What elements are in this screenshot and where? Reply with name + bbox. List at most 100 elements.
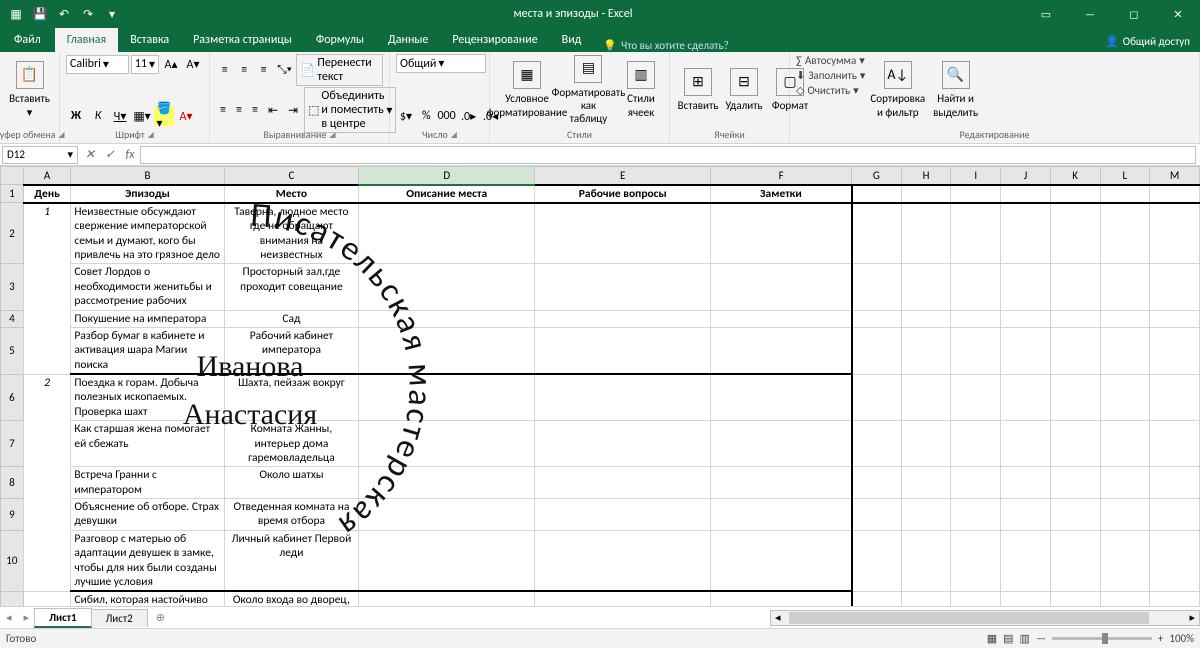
cell[interactable]: День	[23, 185, 71, 203]
cell[interactable]	[852, 499, 902, 531]
col-header[interactable]: C	[224, 167, 359, 185]
cell[interactable]: Шахта, пейзаж вокруг	[224, 374, 359, 421]
cell[interactable]	[1150, 264, 1200, 310]
cell[interactable]	[901, 421, 951, 467]
cell[interactable]	[711, 203, 852, 264]
align-left-icon[interactable]: ≡	[216, 100, 230, 120]
cell[interactable]: Объяснение об отборе. Страх девушки	[71, 499, 224, 531]
cell[interactable]	[1150, 310, 1200, 327]
cell[interactable]: Рабочий кабинет императора	[224, 327, 359, 374]
cell[interactable]	[1050, 327, 1100, 374]
cell[interactable]	[535, 374, 711, 421]
formula-input[interactable]	[140, 146, 1196, 164]
cell[interactable]: Совет Лордов о необходимости женитьбы и …	[71, 264, 224, 310]
clear-button[interactable]: ◇ Очистить ▾	[796, 84, 865, 97]
cell[interactable]	[1100, 327, 1150, 374]
cell[interactable]	[359, 530, 535, 591]
cell[interactable]: Поездка к горам. Добыча полезных ископае…	[71, 374, 224, 421]
cell[interactable]	[1001, 591, 1051, 606]
row-header[interactable]: 2	[1, 203, 24, 264]
col-header[interactable]: A	[23, 167, 71, 185]
decrease-font-icon[interactable]: A▾	[183, 54, 203, 74]
align-bottom-icon[interactable]: ≡	[255, 60, 272, 80]
cell[interactable]	[852, 374, 902, 421]
bold-icon[interactable]: Ж	[66, 106, 86, 126]
col-header[interactable]: F	[711, 167, 852, 185]
fx-icon[interactable]: fx	[120, 148, 140, 162]
cell[interactable]: Заметки	[711, 185, 852, 203]
cell[interactable]	[1150, 499, 1200, 531]
cell[interactable]	[951, 374, 1001, 421]
cell[interactable]	[852, 327, 902, 374]
window-close[interactable]: ✕	[1156, 0, 1200, 28]
dialog-launcher-icon[interactable]: ◢	[451, 130, 457, 140]
cell[interactable]	[1100, 203, 1150, 264]
cell[interactable]: Около шатхы	[224, 467, 359, 499]
cell[interactable]	[535, 203, 711, 264]
orientation-icon[interactable]: ⤡▾	[274, 60, 294, 80]
fill-button[interactable]: ⬇ Заполнить ▾	[796, 69, 865, 82]
cell[interactable]	[1150, 467, 1200, 499]
border-icon[interactable]: ▦▾	[132, 106, 152, 126]
cell[interactable]	[359, 310, 535, 327]
indent-increase-icon[interactable]: ⇥	[284, 100, 302, 120]
cell[interactable]	[901, 374, 951, 421]
col-header[interactable]: M	[1150, 167, 1200, 185]
cell[interactable]	[1001, 327, 1051, 374]
increase-decimal-icon[interactable]: .0▸	[459, 106, 479, 126]
cell[interactable]	[1050, 591, 1100, 606]
qat-save-icon[interactable]: 💾	[30, 4, 50, 24]
col-header[interactable]: B	[71, 167, 224, 185]
cell-styles-button[interactable]: ▥Стилиячеек	[619, 54, 663, 126]
row-header[interactable]: 7	[1, 421, 24, 467]
percent-icon[interactable]: %	[418, 106, 435, 126]
cell[interactable]: Около входа во дворец, внутренний дворик	[224, 591, 359, 606]
cell[interactable]: Рабочие вопросы	[535, 185, 711, 203]
row-header[interactable]: 4	[1, 310, 24, 327]
cell[interactable]	[711, 591, 852, 606]
cell[interactable]	[711, 467, 852, 499]
cell[interactable]	[711, 530, 852, 591]
row-header[interactable]: 6	[1, 374, 24, 421]
zoom-slider[interactable]	[1052, 637, 1152, 640]
window-maximize[interactable]: ◻	[1112, 0, 1156, 28]
cell[interactable]	[535, 530, 711, 591]
cell[interactable]: Неизвестные обсуждают свержение императо…	[71, 203, 224, 264]
cell[interactable]: Личный кабинет Первой леди	[224, 530, 359, 591]
font-color-icon[interactable]: A▾	[176, 106, 196, 126]
dialog-launcher-icon[interactable]: ◢	[148, 130, 154, 140]
thousands-icon[interactable]: 000	[437, 106, 457, 126]
font-size-combo[interactable]: 11▾	[131, 55, 159, 74]
align-center-icon[interactable]: ≡	[232, 100, 246, 120]
cell[interactable]	[535, 467, 711, 499]
cell[interactable]	[901, 327, 951, 374]
merge-center-button[interactable]: ⬚ Объединить и поместить в центре ▾	[304, 87, 396, 133]
currency-icon[interactable]: $▾	[396, 106, 416, 126]
fill-color-icon[interactable]: 🪣▾	[154, 106, 174, 126]
cell[interactable]	[951, 530, 1001, 591]
cell[interactable]	[901, 310, 951, 327]
cell[interactable]	[951, 499, 1001, 531]
cancel-formula-icon[interactable]: ✕	[80, 147, 100, 162]
cell[interactable]: Как старшая жена помогает ей сбежать	[71, 421, 224, 467]
tab-review[interactable]: Рецензирование	[440, 28, 549, 52]
col-header[interactable]: G	[852, 167, 902, 185]
sheet-nav-next-icon[interactable]: ▸	[18, 611, 36, 624]
cell[interactable]	[1100, 421, 1150, 467]
cell[interactable]	[1100, 185, 1150, 203]
row-header[interactable]: 10	[1, 530, 24, 591]
cell[interactable]	[1100, 530, 1150, 591]
select-all-corner[interactable]	[1, 167, 24, 185]
cell[interactable]	[535, 327, 711, 374]
enter-formula-icon[interactable]: ✓	[100, 147, 120, 162]
cell[interactable]	[951, 264, 1001, 310]
cell[interactable]	[1050, 310, 1100, 327]
tab-data[interactable]: Данные	[376, 28, 440, 52]
cell[interactable]	[1100, 467, 1150, 499]
tell-me-search[interactable]: 💡 Что вы хотите сделать?	[603, 39, 728, 52]
cell[interactable]	[359, 467, 535, 499]
cell[interactable]	[535, 264, 711, 310]
tab-file[interactable]: Файл	[0, 28, 55, 52]
cell[interactable]: Просторный зал,где проходит совещание	[224, 264, 359, 310]
tab-view[interactable]: Вид	[550, 28, 594, 52]
